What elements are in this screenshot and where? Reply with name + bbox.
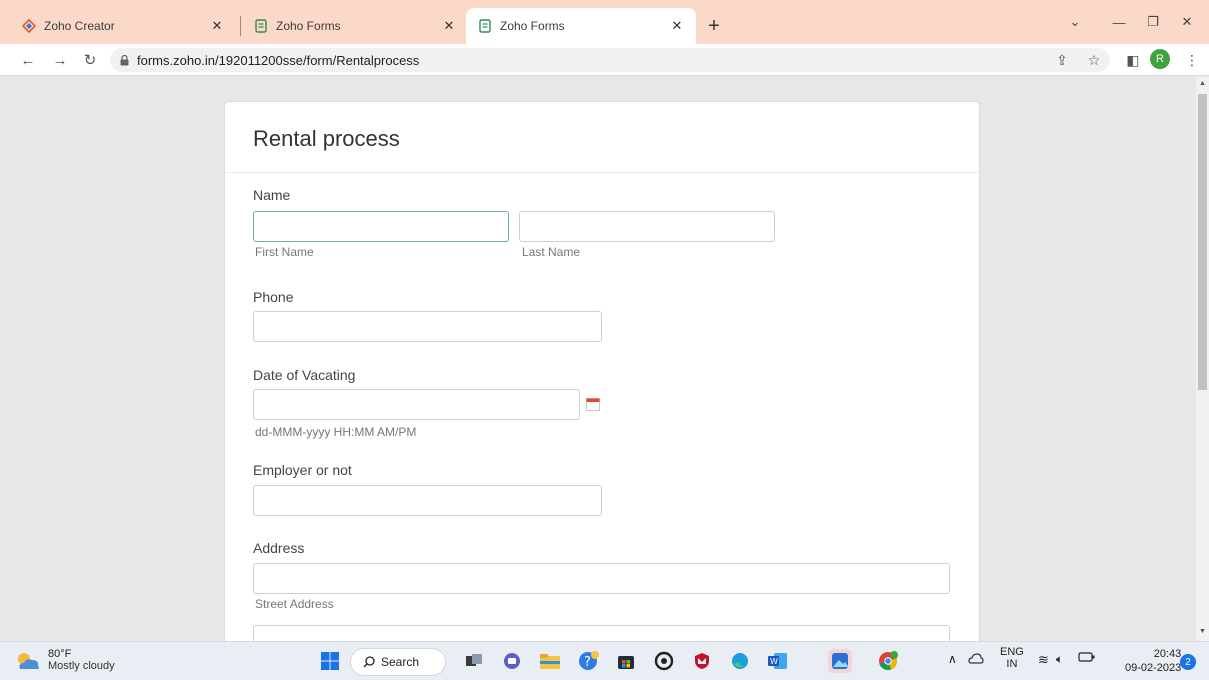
form-card: Rental process Name First Name Last Name… [225, 102, 979, 641]
forward-arrow-icon[interactable]: → [50, 50, 70, 70]
menu-kebab-icon[interactable]: ⋮ [1182, 50, 1202, 70]
last-name-input[interactable] [519, 211, 775, 242]
minimize-icon[interactable]: — [1104, 10, 1134, 34]
first-name-sublabel: First Name [255, 245, 314, 259]
last-name-sublabel: Last Name [522, 245, 581, 259]
first-name-input[interactable] [253, 211, 509, 242]
browser-toolbar: ← → ↻ forms.zoho.in/192011200sse/form/Re… [0, 44, 1209, 76]
file-explorer-icon[interactable] [538, 649, 562, 673]
tab-title: Zoho Creator [44, 19, 115, 33]
name-label: Name [253, 187, 291, 203]
notification-badge[interactable]: 2 [1180, 654, 1196, 670]
svg-text:?: ? [584, 655, 591, 670]
zoho-forms-icon [478, 19, 492, 33]
task-view-icon[interactable] [462, 649, 486, 673]
date-of-vacating-label: Date of Vacating [253, 367, 356, 383]
zoho-forms-icon [254, 19, 268, 33]
weather-condition: Mostly cloudy [48, 660, 115, 672]
tab-title: Zoho Forms [500, 19, 565, 33]
new-tab-button[interactable]: + [702, 14, 726, 38]
zoho-creator-icon [22, 19, 36, 33]
calendar-icon[interactable] [586, 398, 600, 411]
reload-icon[interactable]: ↻ [80, 50, 100, 70]
street-address-input[interactable] [253, 563, 950, 594]
scrollbar-thumb[interactable] [1198, 94, 1207, 390]
date-format-hint: dd-MMM-yyyy HH:MM AM/PM [255, 425, 417, 439]
show-hidden-icons-chevron-icon[interactable]: ∧ [948, 652, 957, 666]
url-text: forms.zoho.in/192011200sse/form/Rentalpr… [137, 52, 420, 68]
form-title: Rental process [253, 126, 400, 151]
close-window-icon[interactable]: ✕ [1172, 10, 1202, 34]
weather-cloud-sun-icon [18, 652, 40, 669]
page-viewport: Rental process Name First Name Last Name… [0, 77, 1196, 641]
close-icon[interactable]: ✕ [208, 17, 226, 35]
address-line-2-input[interactable] [253, 625, 950, 641]
windows-start-icon[interactable] [318, 649, 342, 673]
clock-time: 20:43 [1153, 648, 1182, 660]
phone-label: Phone [253, 289, 294, 305]
language-indicator[interactable]: ENG IN [1000, 646, 1024, 670]
onedrive-icon[interactable] [968, 651, 984, 668]
tab-separator [240, 16, 241, 36]
phone-input[interactable] [253, 311, 602, 342]
scroll-up-arrow-icon[interactable]: ▲ [1199, 80, 1206, 87]
svg-text:W: W [770, 657, 778, 666]
tab-search-chevron-icon[interactable]: ⌄ [1060, 10, 1090, 34]
restore-icon[interactable]: ❐ [1138, 10, 1168, 34]
battery-icon[interactable] [1078, 651, 1096, 666]
employer-input[interactable] [253, 485, 602, 516]
search-label: Search [381, 655, 420, 669]
weather-temperature: 80°F [48, 648, 72, 660]
system-clock[interactable]: 20:43 09-02-2023 [1125, 647, 1181, 675]
date-of-vacating-input[interactable] [253, 389, 580, 420]
volume-icon[interactable]: 🔈︎ [1056, 652, 1063, 667]
share-icon[interactable]: ⇪ [1052, 50, 1072, 70]
word-icon[interactable]: W [766, 649, 790, 673]
tab-title: Zoho Forms [276, 19, 341, 33]
teams-chat-icon[interactable] [500, 649, 524, 673]
app-circle-icon[interactable] [652, 649, 676, 673]
scroll-down-arrow-icon[interactable]: ▼ [1199, 628, 1206, 635]
search-icon [363, 656, 375, 668]
clock-date: 09-02-2023 [1125, 662, 1182, 674]
language-line-2: IN [1006, 658, 1018, 670]
close-icon[interactable]: ✕ [668, 17, 686, 35]
weather-widget[interactable]: 80°F Mostly cloudy [14, 648, 115, 673]
tab-zoho-forms[interactable]: Zoho Forms ✕ [242, 8, 468, 44]
get-help-icon[interactable]: ? [576, 649, 600, 673]
language-line-1: ENG [1000, 646, 1024, 658]
chrome-icon[interactable] [876, 649, 900, 673]
mcafee-shield-icon[interactable] [690, 649, 714, 673]
bookmark-star-icon[interactable]: ☆ [1084, 50, 1104, 70]
tab-zoho-forms-active[interactable]: Zoho Forms ✕ [466, 8, 696, 44]
lock-icon [120, 54, 129, 66]
taskbar-search[interactable]: Search [350, 648, 446, 676]
profile-avatar[interactable]: R [1150, 49, 1170, 69]
address-label: Address [253, 540, 305, 556]
employer-label: Employer or not [253, 462, 352, 478]
wifi-icon[interactable]: ≋ [1038, 652, 1049, 668]
edge-browser-icon[interactable] [728, 649, 752, 673]
page-scrollbar[interactable]: ▲ ▼ [1196, 77, 1209, 641]
address-bar[interactable]: forms.zoho.in/192011200sse/form/Rentalpr… [110, 48, 1110, 72]
microsoft-store-icon[interactable] [614, 649, 638, 673]
close-icon[interactable]: ✕ [440, 17, 458, 35]
tab-zoho-creator[interactable]: Zoho Creator ✕ [10, 8, 236, 44]
title-divider [225, 172, 979, 173]
back-arrow-icon[interactable]: ← [18, 50, 38, 70]
taskbar: 80°F Mostly cloudy Search ? W ∧ ENG IN ≋… [0, 641, 1209, 680]
browser-tab-strip: Zoho Creator ✕ Zoho Forms ✕ Zoho Forms ✕… [0, 0, 1209, 44]
street-address-sublabel: Street Address [255, 597, 334, 611]
side-panel-icon[interactable]: ◧ [1123, 50, 1143, 70]
photos-icon[interactable] [828, 649, 852, 673]
